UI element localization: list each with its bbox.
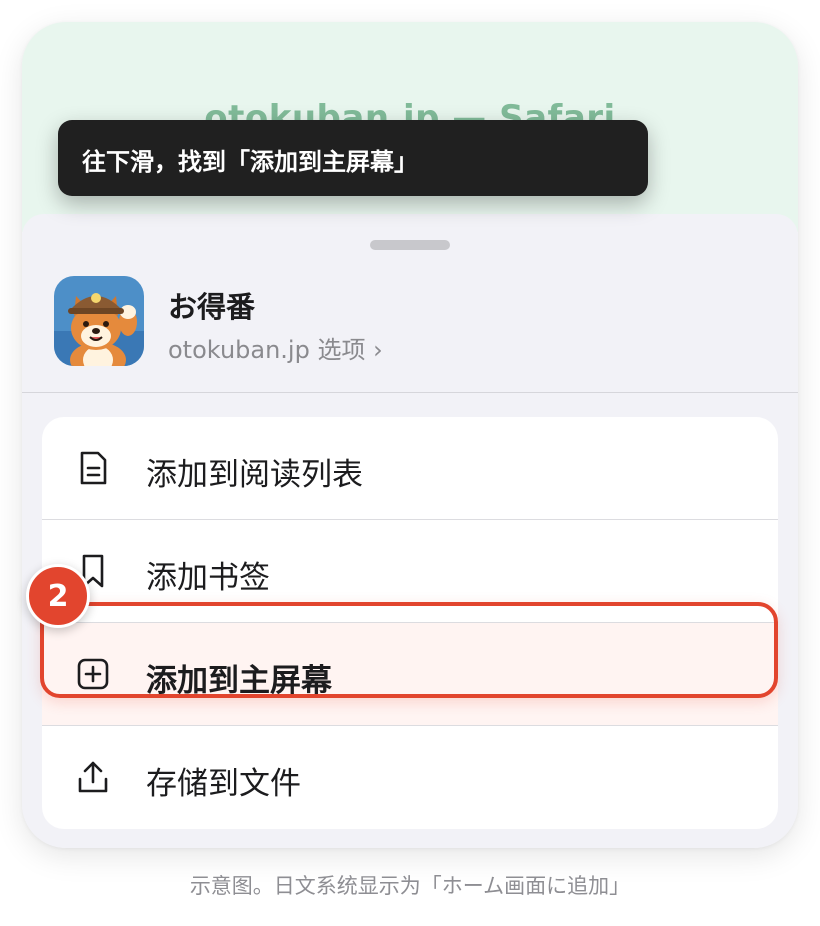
menu-item-label: 添加到阅读列表 bbox=[146, 457, 363, 493]
highlight-frame bbox=[40, 602, 778, 698]
menu-item-label: 添加书签 bbox=[146, 560, 270, 596]
menu-item-label: 存储到文件 bbox=[146, 766, 301, 802]
app-options-link[interactable]: otokuban.jp 选项 › bbox=[168, 330, 383, 365]
shiba-dog-app-icon bbox=[54, 276, 144, 366]
reading-list-icon bbox=[80, 451, 107, 485]
caption: 示意图。日文系统显示为「ホーム画面に追加」 bbox=[189, 874, 631, 898]
menu-item-reading-list[interactable]: 添加到阅读列表 bbox=[42, 417, 778, 520]
toast-text: 往下滑，找到「添加到主屏幕」 bbox=[82, 148, 418, 176]
header-divider bbox=[22, 392, 798, 393]
share-sheet: お得番 otokuban.jp 选项 › 添加到阅读列表 添加书签 添加到主屏幕… bbox=[22, 214, 798, 848]
menu-item-save-to-files[interactable]: 存储到文件 bbox=[42, 726, 778, 829]
app-name: お得番 bbox=[168, 290, 256, 324]
instruction-toast: 往下滑，找到「添加到主屏幕」 bbox=[58, 120, 648, 196]
step-badge: 2 bbox=[26, 564, 90, 628]
share-upload-icon bbox=[78, 761, 108, 793]
sheet-grabber[interactable] bbox=[370, 240, 450, 250]
